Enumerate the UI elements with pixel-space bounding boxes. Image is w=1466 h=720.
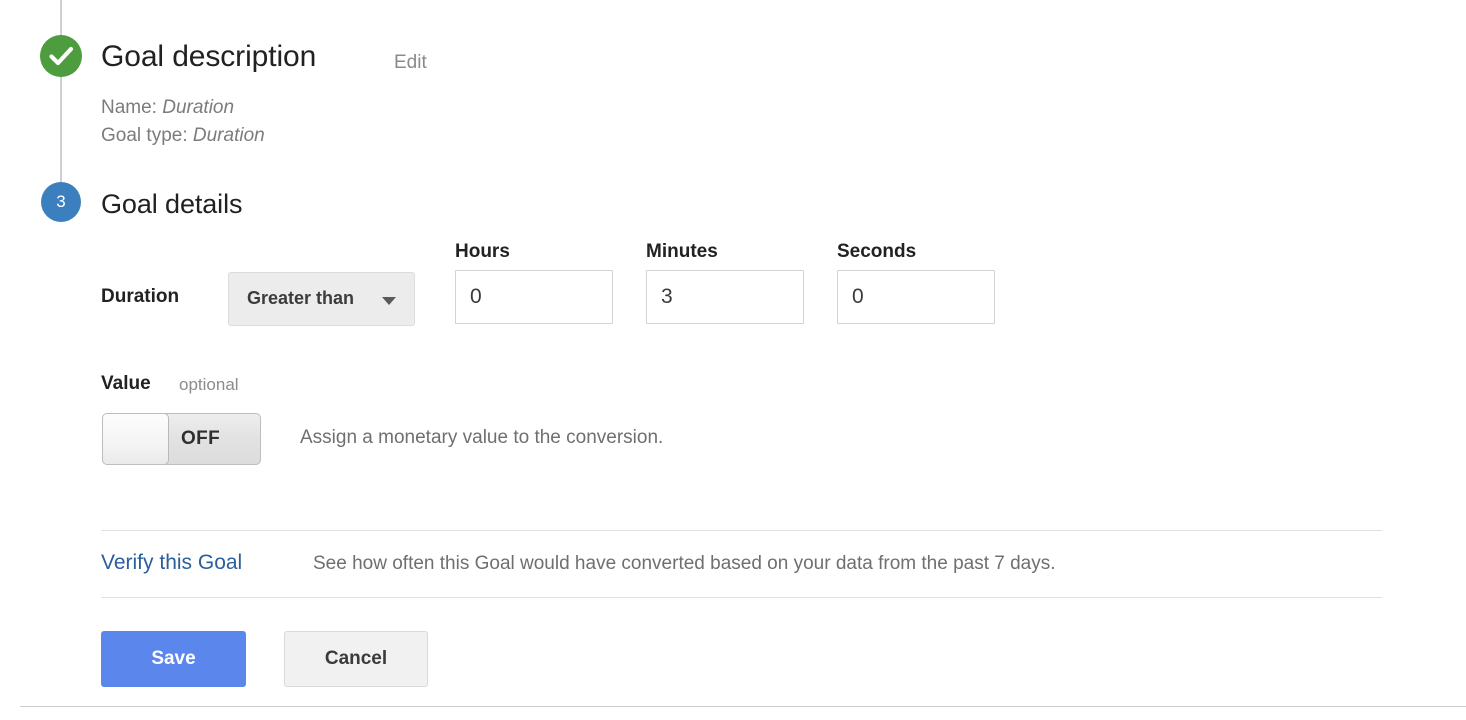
goal-description-summary: Name: Duration Goal type: Duration [101, 94, 265, 150]
value-label: Value [101, 373, 151, 394]
summary-name-label: Name: [101, 97, 157, 118]
summary-type-row: Goal type: Duration [101, 122, 265, 150]
page-bottom-divider [20, 706, 1466, 707]
hours-label: Hours [455, 241, 510, 262]
minutes-input[interactable] [646, 270, 804, 324]
value-optional-label: optional [179, 375, 239, 394]
divider-bottom [101, 597, 1382, 598]
seconds-label: Seconds [837, 241, 917, 262]
step-current-badge: 3 [41, 182, 81, 222]
summary-name-value: Duration [162, 97, 235, 118]
chevron-down-icon [382, 297, 396, 305]
summary-type-value: Duration [192, 125, 265, 146]
duration-label: Duration [101, 286, 180, 307]
goal-details-title: Goal details [101, 189, 243, 219]
divider-top [101, 530, 1382, 531]
minutes-label: Minutes [646, 241, 718, 262]
hours-input[interactable] [455, 270, 613, 324]
check-icon [49, 46, 74, 66]
goal-description-title: Goal description [101, 40, 317, 73]
stepper-connector-line [60, 0, 62, 203]
step-completed-badge [40, 35, 82, 77]
toggle-knob [103, 414, 169, 464]
summary-name-row: Name: Duration [101, 94, 265, 122]
value-toggle-hint: Assign a monetary value to the conversio… [300, 427, 664, 448]
verify-this-goal-link[interactable]: Verify this Goal [101, 551, 242, 575]
duration-condition-value: Greater than [247, 288, 355, 308]
value-toggle-switch[interactable]: OFF [102, 413, 261, 465]
verify-description: See how often this Goal would have conve… [313, 553, 1056, 574]
cancel-button[interactable]: Cancel [284, 631, 428, 687]
seconds-input[interactable] [837, 270, 995, 324]
duration-condition-dropdown[interactable]: Greater than [228, 272, 415, 326]
toggle-state-label: OFF [181, 428, 221, 449]
summary-type-label: Goal type: [101, 125, 188, 146]
save-button[interactable]: Save [101, 631, 246, 687]
edit-goal-description-link[interactable]: Edit [394, 52, 427, 74]
